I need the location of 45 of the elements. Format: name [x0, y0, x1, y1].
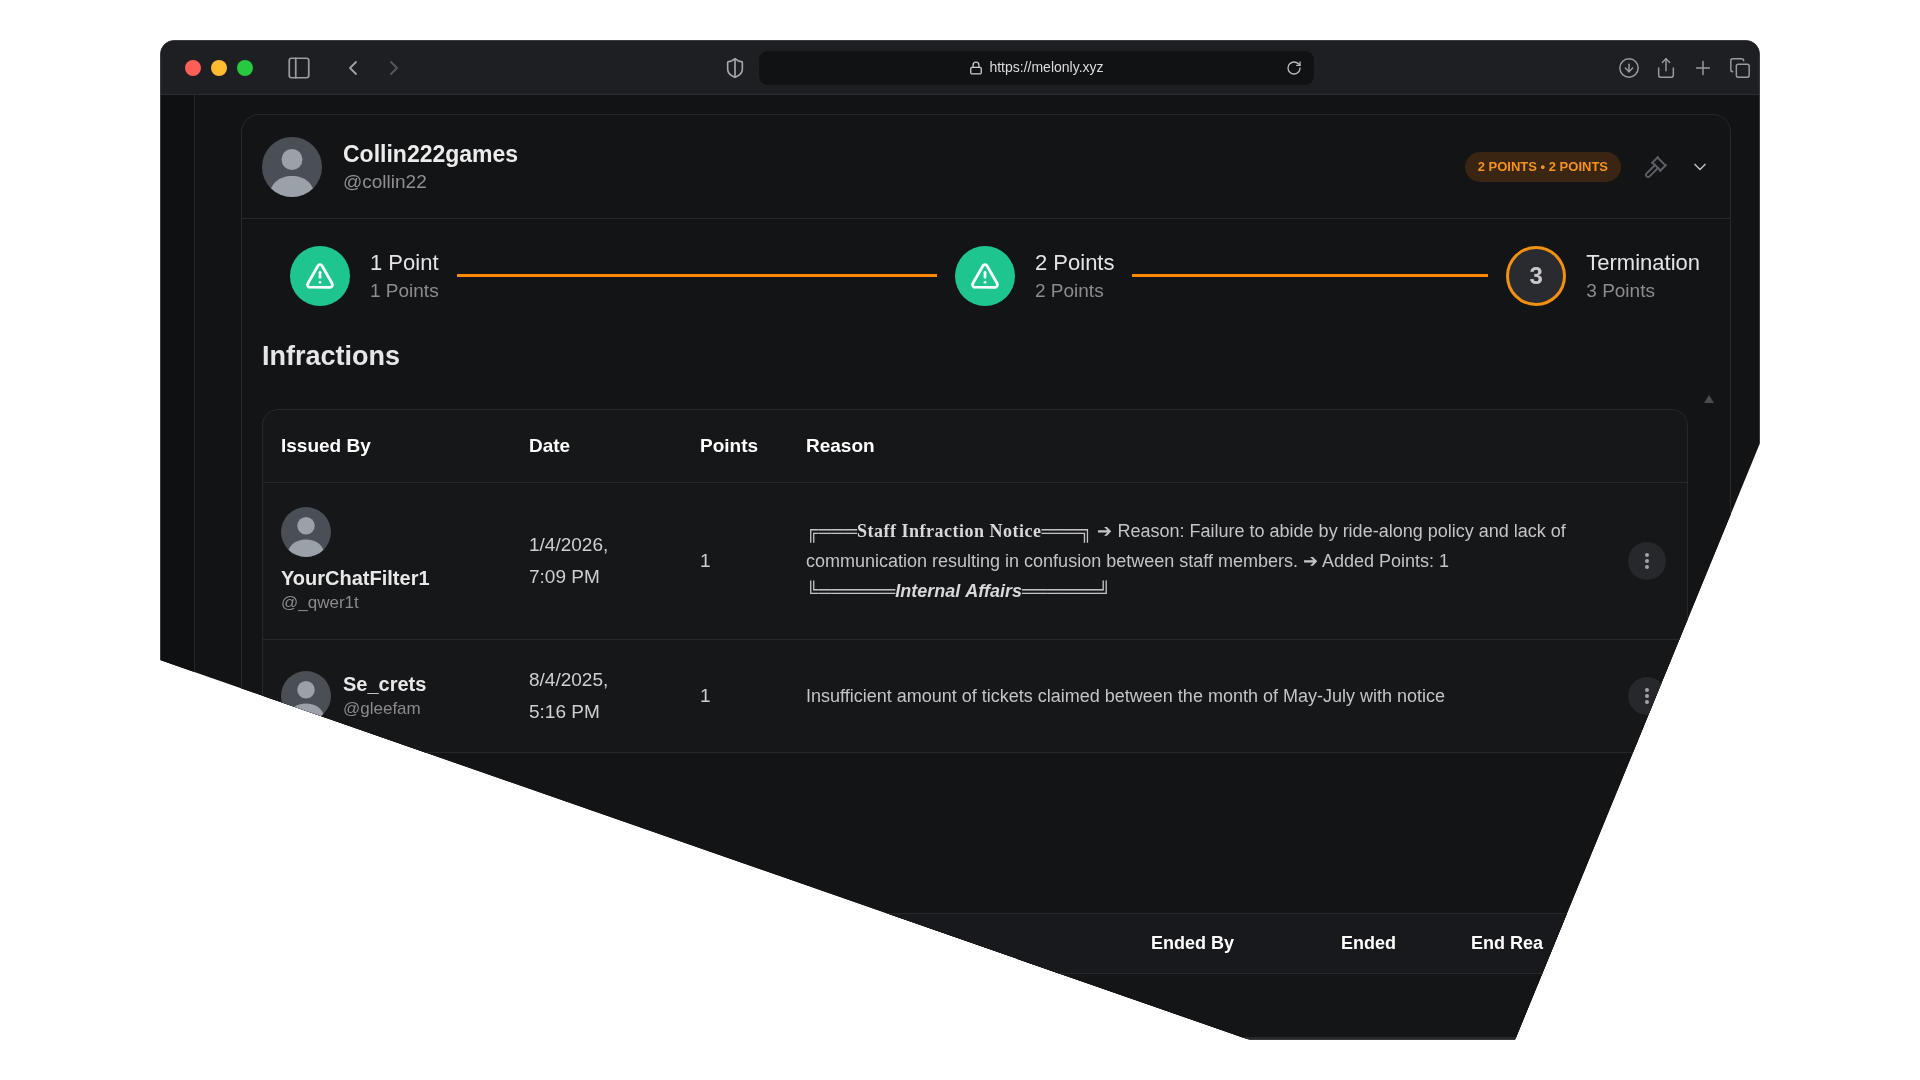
minimize-window-button[interactable] — [211, 59, 227, 76]
step-points: 2 Points — [1035, 278, 1105, 303]
points-cell-text: 1 — [700, 548, 711, 573]
lock-icon — [969, 60, 984, 75]
step-points: 1 Points — [370, 278, 439, 303]
tabs-overview-icon[interactable] — [1729, 56, 1751, 79]
points-badge: 2 POINTS • 2 POINTS — [1464, 151, 1621, 182]
issuer-name: Se_crets — [343, 672, 427, 697]
column-header: Date — [529, 433, 571, 458]
share-icon[interactable] — [1655, 56, 1677, 79]
reload-icon[interactable] — [1286, 59, 1302, 76]
date-cell-text: 8/4/2025, 5:16 PM — [529, 668, 610, 724]
url-text: https://melonly.xyz — [989, 58, 1104, 77]
column-header: End Rea — [1471, 932, 1544, 955]
date-cell-text: 1/4/2026, 7:09 PM — [529, 533, 610, 589]
issuer-name: YourChatFilter1 — [281, 566, 430, 591]
shield-icon[interactable] — [724, 56, 746, 79]
more-options-button[interactable] — [1628, 542, 1666, 580]
column-header: Issued By — [281, 433, 371, 458]
reason-text: ╔═══Staff Infraction Notice═══╗ ➔ Reason: Failure to abide by ride-along policy and lack of communication resulting in confusion between staff members. ➔ Added Points: 1 ╚══════Internal Affairs══════╝ — [806, 520, 1567, 603]
close-window-button[interactable] — [185, 59, 201, 76]
reason-text: Insufficient amount of tickets claimed between the month of May-July with notice — [806, 685, 1446, 708]
download-icon[interactable] — [1618, 56, 1640, 79]
column-header: Ended — [1341, 932, 1396, 955]
issuer-handle: @_qwer1t — [281, 592, 360, 614]
kebab-menu-icon — [1645, 688, 1649, 704]
step-title: Termination — [1586, 248, 1700, 277]
sidebar-toggle-icon[interactable] — [286, 54, 312, 81]
step-title: 2 Points — [1035, 248, 1115, 277]
column-header: Points — [700, 433, 759, 458]
step-number: 3 — [1506, 245, 1567, 306]
avatar — [281, 507, 331, 557]
section-title: Infractions — [262, 340, 401, 372]
address-bar[interactable]: https://melonly.xyz — [759, 50, 1314, 85]
points-cell-text: 1 — [700, 683, 711, 708]
kebab-menu-icon — [1645, 553, 1649, 569]
step-points: 3 Points — [1586, 278, 1656, 303]
column-header: Ended By — [1151, 932, 1234, 955]
profile-name: Collin222games — [343, 139, 519, 169]
gavel-icon[interactable] — [1644, 154, 1668, 179]
zoom-window-button[interactable] — [237, 59, 253, 76]
step-title: 1 Point — [370, 248, 439, 277]
profile-handle: @collin22 — [343, 169, 428, 194]
issuer-handle: @gleefam — [343, 698, 422, 720]
column-header: Reason — [806, 433, 875, 458]
